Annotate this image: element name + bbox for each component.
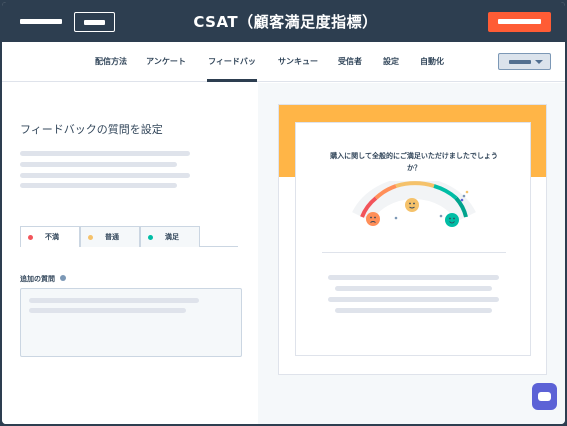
top-bar: CSAT（顧客満足度指標）: [2, 2, 565, 42]
sentiment-tabs: 不満 普通 満足: [20, 226, 238, 247]
tab-delivery[interactable]: 配信方法: [90, 42, 132, 82]
dissatisfied-dot-icon: [28, 235, 33, 240]
tab-recipients[interactable]: 受信者: [335, 42, 365, 82]
tab-automation[interactable]: 自動化: [418, 42, 446, 82]
survey-preview: 購入に関して全般的にご満足いただけましたでしょうか？: [278, 104, 547, 375]
actions-dropdown-label-placeholder: [509, 60, 531, 64]
tab-satisfied-label: 満足: [165, 233, 179, 241]
tab-survey[interactable]: アンケート: [143, 42, 189, 82]
sad-face-icon: [366, 212, 380, 226]
chat-button[interactable]: [532, 383, 557, 410]
input-skeleton-line: [29, 308, 186, 313]
app-window: CSAT（顧客満足度指標） 配信方法 アンケート フィードバック サンキュー 受…: [0, 0, 567, 426]
tab-dissatisfied[interactable]: 不満: [20, 226, 80, 247]
preview-question: 購入に関して全般的にご満足いただけましたでしょうか？: [330, 152, 498, 172]
description-skeleton-line: [20, 151, 190, 156]
preview-divider: [322, 252, 506, 253]
neutral-dot-icon: [88, 235, 93, 240]
tab-satisfied[interactable]: 満足: [140, 226, 200, 247]
publish-button-label-placeholder: [498, 19, 541, 24]
tab-settings[interactable]: 設定: [380, 42, 402, 82]
chevron-down-icon: [535, 60, 543, 64]
preview-skeleton-line: [328, 275, 499, 280]
preview-skeleton-line: [335, 286, 492, 291]
satisfied-dot-icon: [148, 235, 153, 240]
actions-dropdown[interactable]: [498, 53, 551, 70]
tab-neutral[interactable]: 普通: [80, 226, 140, 247]
tab-dissatisfied-label: 不満: [45, 233, 59, 241]
tab-neutral-label: 普通: [105, 233, 119, 241]
happy-face-icon: [445, 213, 459, 227]
additional-question-input[interactable]: [20, 288, 242, 357]
preview-skeleton-line: [328, 297, 499, 302]
tab-bar: 配信方法 アンケート フィードバック サンキュー 受信者 設定 自動化: [2, 42, 565, 106]
additional-question-label: 追加の質問: [20, 275, 55, 283]
satisfaction-gauge: [352, 181, 476, 227]
description-skeleton-line: [20, 173, 190, 178]
preview-skeleton-line: [335, 308, 492, 313]
tab-thank-you[interactable]: サンキュー: [277, 42, 319, 82]
chat-icon: [538, 392, 551, 401]
neutral-face-icon: [405, 198, 419, 212]
preview-panel: 購入に関して全般的にご満足いただけましたでしょうか？: [258, 83, 565, 424]
page-title: CSAT（顧客満足度指標）: [193, 13, 378, 31]
info-icon[interactable]: [60, 275, 66, 281]
publish-button[interactable]: [488, 12, 551, 32]
tab-feedback[interactable]: フィードバック: [207, 42, 257, 106]
editor-panel: フィードバックの質問を設定 不満 普通 満足 追加の質問: [2, 83, 258, 424]
preview-card: 購入に関して全般的にご満足いただけましたでしょうか？: [295, 122, 531, 356]
input-skeleton-line: [29, 298, 199, 303]
description-skeleton-line: [20, 183, 177, 188]
description-skeleton-line: [20, 162, 177, 167]
section-title: フィードバックの質問を設定: [20, 123, 163, 136]
